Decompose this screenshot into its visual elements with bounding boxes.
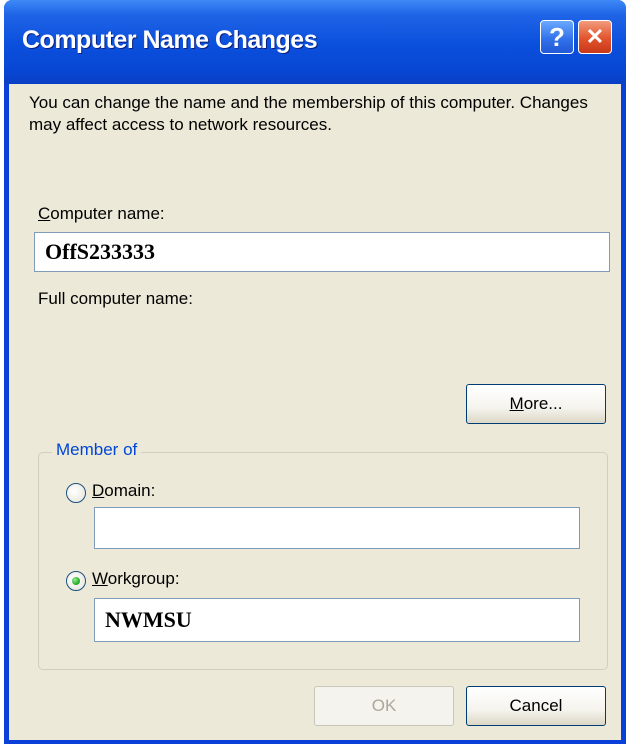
domain-radio[interactable] [66,483,86,503]
domain-label[interactable]: Domain: [92,481,155,501]
computer-name-label: Computer name: [38,204,165,224]
computer-name-value: OffS233333 [45,239,155,264]
computer-name-input[interactable]: OffS233333 [34,232,610,272]
workgroup-label-accel: W [92,569,108,588]
cancel-button[interactable]: Cancel [466,686,606,726]
workgroup-value: NWMSU [105,607,192,632]
computer-name-label-rest: omputer name: [50,204,165,223]
description-text: You can change the name and the membersh… [29,93,588,134]
more-button-rest: ore... [523,394,563,413]
workgroup-radio[interactable] [66,571,86,591]
help-icon: ? [549,21,565,52]
domain-input[interactable] [94,507,580,549]
close-button[interactable]: ✕ [578,20,612,54]
title-bar[interactable]: Computer Name Changes ? ✕ [4,0,626,84]
more-button[interactable]: More... [466,384,606,424]
full-computer-name-label: Full computer name: [38,289,193,308]
workgroup-label[interactable]: Workgroup: [92,569,180,589]
cancel-button-label: Cancel [509,696,563,715]
domain-label-rest: omain: [104,481,156,500]
help-button[interactable]: ? [540,20,574,54]
workgroup-label-rest: orkgroup: [107,569,180,588]
computer-name-label-accel: C [38,204,51,223]
ok-button[interactable]: OK [314,686,454,726]
workgroup-input[interactable]: NWMSU [94,598,580,642]
radio-selected-dot [72,577,80,585]
close-icon: ✕ [585,24,605,49]
ok-button-label: OK [371,696,397,715]
domain-label-accel: D [92,481,105,500]
more-button-accel: M [509,394,524,413]
member-of-legend: Member of [52,440,142,460]
dialog-title: Computer Name Changes [22,26,318,54]
